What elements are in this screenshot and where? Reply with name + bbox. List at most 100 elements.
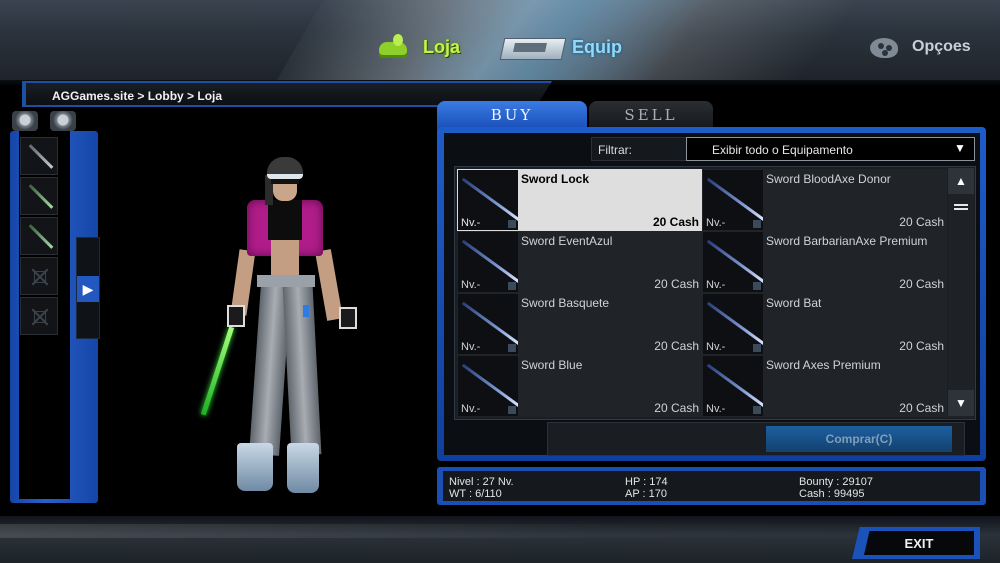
filter-dropdown[interactable]: Exibir todo o Equipamento [686,137,975,161]
scroll-down-button[interactable]: ▼ [948,390,974,416]
stat-bounty: Bounty : 29107 [799,476,874,488]
item-price: 20 Cash [654,401,699,415]
stat-nivel: Nivel : 27 Nv. [449,476,514,488]
item-level: Nv.- [461,341,481,353]
character-part [282,284,322,456]
character-preview [195,155,375,500]
item-card[interactable]: Sword Lock Nv.- 20 Cash [457,169,702,231]
equipment-case-icon [500,30,564,64]
nav-opcoes[interactable]: Opçoes [868,30,971,64]
character-emblem-icon-2[interactable] [50,111,76,131]
item-name: Sword Axes Premium [766,358,881,372]
item-name: Sword Basquete [521,296,610,310]
character-part [339,307,357,329]
nav-equip[interactable]: Equip [500,30,622,64]
item-name: Sword BarbarianAxe Premium [766,234,928,248]
sword-blade [461,177,518,222]
nav-opcoes-label: Opçoes [912,38,971,55]
stat-cash: Cash : 99495 [799,488,865,500]
character-part [237,443,273,491]
character-part [303,305,309,317]
item-card[interactable]: Sword Bat Nv.- 20 Cash [702,293,947,355]
sword-blade [706,363,763,408]
item-level: Nv.- [461,403,481,415]
sword-hilt [753,344,761,352]
item-card[interactable]: Sword BloodAxe Donor Nv.- 20 Cash [702,169,947,231]
sword-hilt [753,282,761,290]
chevron-down-icon[interactable]: ▼ [950,140,970,156]
item-card[interactable]: Sword Axes Premium Nv.- 20 Cash [702,355,947,417]
sword-icon [28,184,54,209]
item-level: Nv.- [461,217,481,229]
item-name: Sword EventAzul [521,234,613,248]
nav-loja[interactable]: Loja [375,30,460,64]
equip-slot-3[interactable] [20,217,58,255]
sword-icon [28,144,54,169]
item-name: Sword Lock [521,172,590,186]
sword-hilt [508,344,516,352]
item-price: 20 Cash [654,277,699,291]
player-stats [443,471,980,501]
character-part [227,305,245,327]
buy-button[interactable]: Comprar(C) [766,426,952,452]
shop-hand-icon [375,34,415,60]
sword-hilt [508,220,516,228]
item-name: Sword Bat [766,296,822,310]
item-price: 20 Cash [654,339,699,353]
item-card[interactable]: Sword BarbarianAxe Premium Nv.- 20 Cash [702,231,947,293]
item-price: 20 Cash [899,277,944,291]
scroll-thumb[interactable] [952,200,970,214]
empty-slot-mark [34,311,46,323]
item-level: Nv.- [706,279,726,291]
item-level: Nv.- [706,217,726,229]
nav-equip-label: Equip [572,36,622,57]
item-level: Nv.- [461,279,481,291]
scroll-up-button[interactable]: ▲ [948,168,974,194]
item-price: 20 Cash [652,215,699,229]
item-name: Sword BloodAxe Donor [766,172,891,186]
equip-slot-1[interactable] [20,137,58,175]
sword-hilt [508,406,516,414]
equip-slot-empty-2[interactable] [20,297,58,335]
character-part [267,157,303,179]
item-card[interactable]: Sword Basquete Nv.- 20 Cash [457,293,702,355]
bottom-bar-shine [0,524,1000,538]
palette-icon [868,35,904,59]
sword-hilt [508,282,516,290]
sword-blade [706,301,763,346]
stat-wt: WT : 6/110 [449,488,502,500]
character-part [257,275,315,287]
sword-blade [461,363,518,408]
arrow-right-icon: ▶ [82,280,94,297]
arrow-up-icon: ▲ [955,174,967,188]
green-sword [200,326,235,416]
equip-slot-2[interactable] [20,177,58,215]
item-card[interactable]: Sword EventAzul Nv.- 20 Cash [457,231,702,293]
sword-blade [461,239,518,284]
filter-label: Filtrar: [598,143,632,157]
character-part [268,200,302,240]
empty-slot-mark [34,271,46,283]
sword-hilt [753,220,761,228]
tab-sell[interactable]: SELL [589,101,713,129]
item-level: Nv.- [706,341,726,353]
sword-blade [706,177,763,222]
exit-button[interactable]: EXIT [864,531,974,555]
character-part [287,443,319,493]
bottom-bar [0,516,1000,563]
tab-buy[interactable]: BUY [437,101,587,129]
item-level: Nv.- [706,403,726,415]
item-price: 20 Cash [899,215,944,229]
item-price: 20 Cash [899,339,944,353]
item-card[interactable]: Sword Blue Nv.- 20 Cash [457,355,702,417]
equip-slot-empty-1[interactable] [20,257,58,295]
character-part [271,240,299,276]
expand-panel-button[interactable]: ▶ [77,276,99,302]
item-price: 20 Cash [899,401,944,415]
breadcrumb: AGGames.site > Lobby > Loja [52,89,223,103]
item-name: Sword Blue [521,358,583,372]
nav-loja-label: Loja [423,36,461,57]
stat-ap: AP : 170 [625,488,667,500]
sword-blade [461,301,518,346]
character-emblem-icon[interactable] [12,111,38,131]
